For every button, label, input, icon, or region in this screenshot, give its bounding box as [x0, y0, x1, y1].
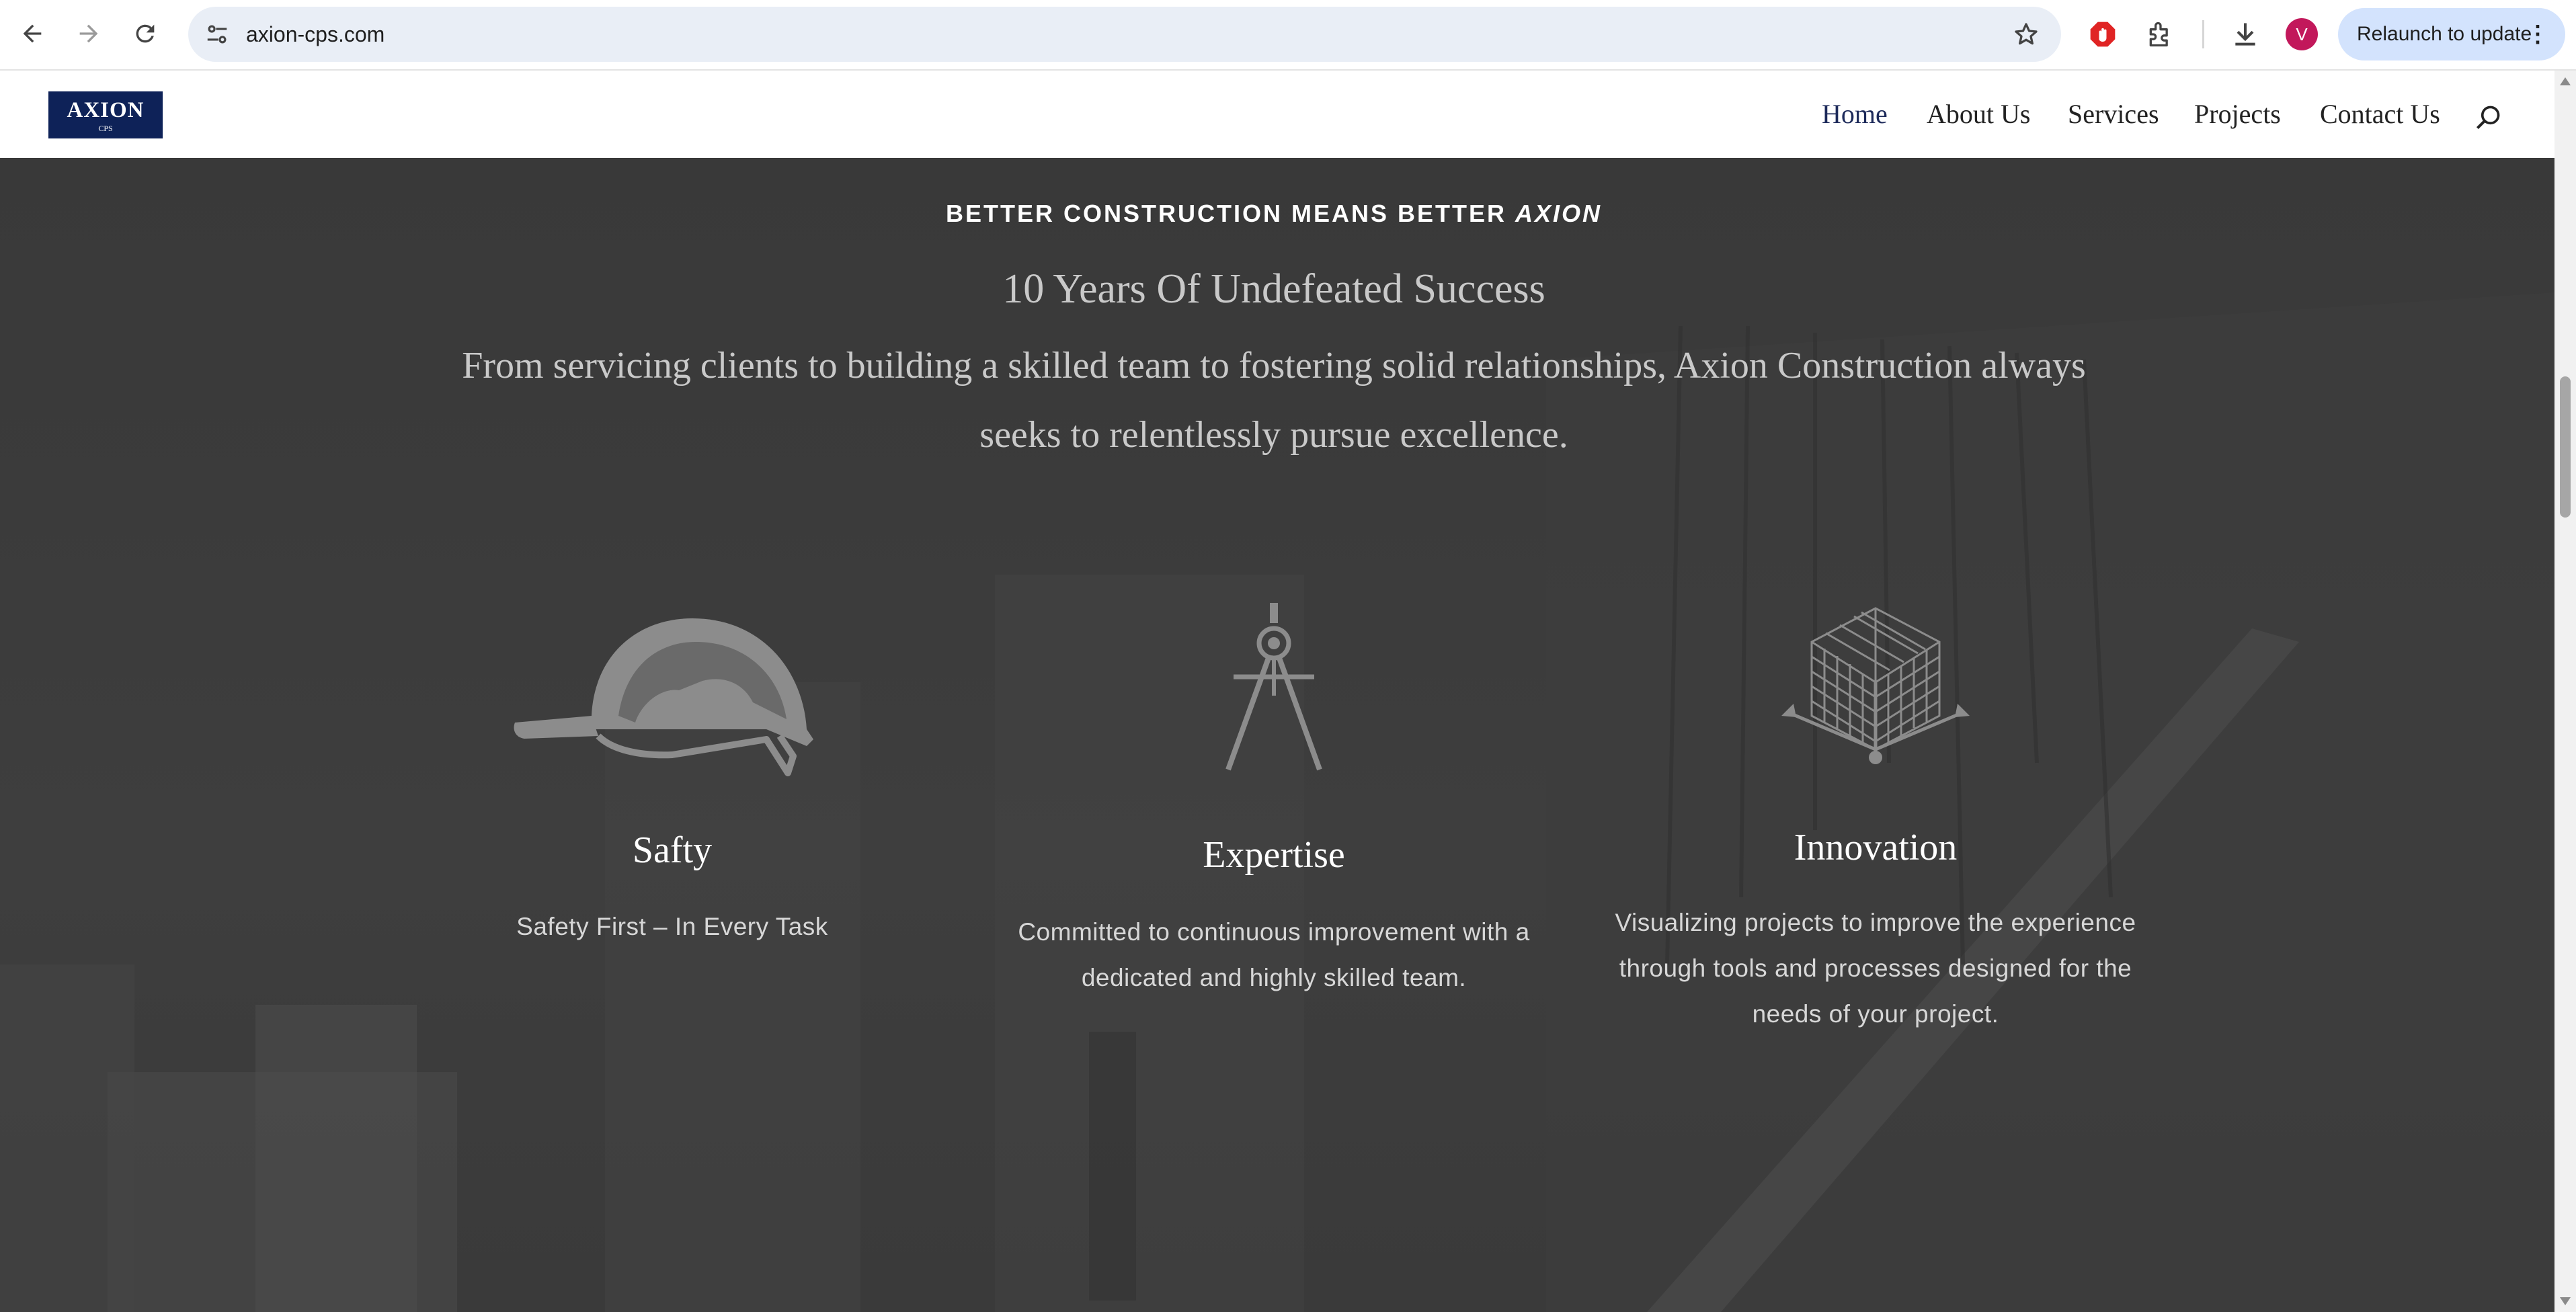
nav-projects[interactable]: Projects: [2194, 71, 2281, 158]
hero-section: BETTER CONSTRUCTION MEANS BETTER AXION 1…: [0, 158, 2554, 1312]
forward-button[interactable]: [70, 15, 108, 52]
feature-text-innovation: Visualizing projects to improve the expe…: [1615, 909, 2136, 1028]
scroll-up-arrow-icon[interactable]: [2560, 77, 2571, 85]
reload-icon: [136, 24, 155, 43]
browser-toolbar: axion-cps.com V Relaunch to update ⋮: [0, 0, 2576, 71]
feature-text-expertise: Committed to continuous improvement with…: [1018, 918, 1530, 991]
tagline-emphasis: AXION: [1515, 200, 1603, 227]
profile-avatar[interactable]: V: [2286, 18, 2318, 50]
hero-tagline: BETTER CONSTRUCTION MEANS BETTER AXION: [0, 200, 2548, 228]
feature-title-innovation: Innovation: [1794, 827, 1958, 868]
relaunch-button[interactable]: Relaunch to update ⋮: [2338, 8, 2565, 60]
back-button[interactable]: [13, 15, 51, 52]
page-scrollbar[interactable]: [2554, 71, 2576, 1312]
vertical-dots-menu-icon[interactable]: ⋮: [2526, 8, 2549, 60]
nav-about-us[interactable]: About Us: [1927, 71, 2030, 158]
logo-sub: CPS: [98, 124, 113, 133]
nav-contact-us[interactable]: Contact Us: [2320, 71, 2440, 158]
feature-title-safety: Safty: [632, 829, 713, 871]
reload-button[interactable]: [126, 15, 164, 52]
adblock-extension-icon[interactable]: [2085, 17, 2120, 52]
bookmark-star-icon[interactable]: [2010, 18, 2042, 50]
url-text[interactable]: axion-cps.com: [246, 7, 385, 62]
address-bar[interactable]: axion-cps.com: [188, 7, 2061, 62]
arrow-left-icon: [23, 24, 42, 43]
site-info-icon[interactable]: [200, 17, 234, 51]
puzzle-extensions-icon[interactable]: [2143, 17, 2178, 52]
drafting-compass-icon: [1225, 603, 1322, 771]
hero-subtitle: 10 Years Of Undefeated Success: [1002, 266, 1545, 312]
search-icon[interactable]: [2471, 101, 2505, 134]
toolbar-divider: [2202, 20, 2204, 48]
relaunch-label: Relaunch to update: [2357, 23, 2532, 45]
feature-title-expertise: Expertise: [1203, 834, 1345, 876]
arrow-right-icon: [79, 24, 98, 43]
nav-home[interactable]: Home: [1822, 71, 1888, 158]
3d-grid-cube-icon: [1781, 607, 1970, 764]
logo-name: AXION: [67, 98, 145, 122]
scroll-down-arrow-icon[interactable]: [2560, 1297, 2571, 1305]
tagline-prefix: BETTER CONSTRUCTION MEANS BETTER: [945, 200, 1515, 227]
nav-services[interactable]: Services: [2068, 71, 2159, 158]
feature-text-safety: Safety First – In Every Task: [516, 913, 828, 940]
site-header: AXION CPS Home About Us Services Project…: [0, 71, 2554, 158]
hard-hat-icon: [514, 618, 813, 776]
download-icon[interactable]: [2228, 17, 2263, 52]
scrollbar-thumb[interactable]: [2560, 376, 2571, 518]
hero-description: From servicing clients to building a ski…: [462, 345, 2086, 456]
axion-logo[interactable]: AXION CPS: [48, 91, 163, 138]
